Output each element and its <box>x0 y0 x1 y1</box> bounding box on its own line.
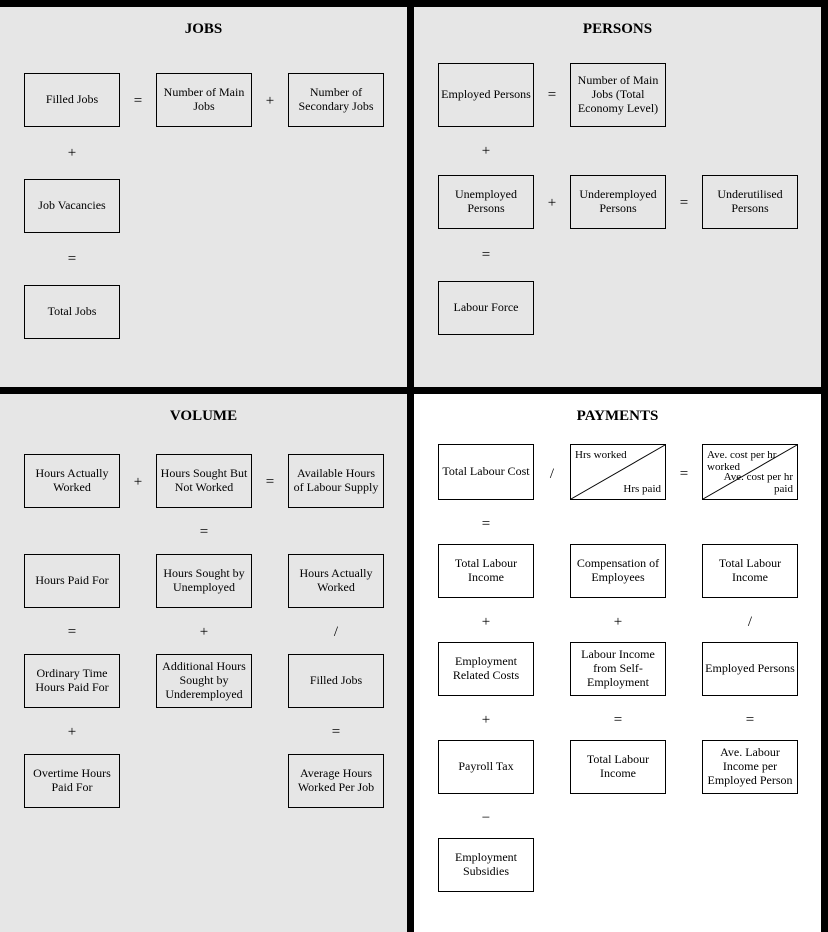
box-unemp: Unemployed Persons <box>438 175 534 229</box>
box-total-jobs: Total Jobs <box>24 285 120 339</box>
box-lise: Labour Income from Self-Employment <box>570 642 666 696</box>
op: + <box>478 614 494 630</box>
acp: Ave. cost per hr paid <box>703 471 793 495</box>
box-coe: Compensation of Employees <box>570 544 666 598</box>
box-tli3: Total Labour Income <box>570 740 666 794</box>
hrs-worked: Hrs worked <box>575 449 627 461</box>
op: / <box>544 466 560 482</box>
op: + <box>64 145 80 161</box>
box-erc: Employment Related Costs <box>438 642 534 696</box>
op: + <box>196 624 212 640</box>
box-emp-persons: Employed Persons <box>438 63 534 127</box>
box-haw2: Hours Actually Worked <box>288 554 384 608</box>
box-ep: Employed Persons <box>702 642 798 696</box>
op: = <box>742 712 758 728</box>
box-pt: Payroll Tax <box>438 740 534 794</box>
box-labour-force: Labour Force <box>438 281 534 335</box>
op: + <box>130 474 146 490</box>
box-filled-jobs: Filled Jobs <box>24 73 120 127</box>
box-n-main: Number of Main Jobs <box>156 73 252 127</box>
op: = <box>130 93 146 109</box>
box-n-sec: Number of Secondary Jobs <box>288 73 384 127</box>
op: / <box>742 614 758 630</box>
op: = <box>478 247 494 263</box>
box-hsu: Hours Sought by Unemployed <box>156 554 252 608</box>
box-avecost-split: Ave. cost per hr worked Ave. cost per hr… <box>702 444 798 500</box>
payments-title: PAYMENTS <box>414 408 821 425</box>
quad-jobs: JOBS Filled Jobs = Number of Main Jobs +… <box>0 7 407 387</box>
jobs-title: JOBS <box>0 21 407 38</box>
box-main-total: Number of Main Jobs (Total Economy Level… <box>570 63 666 127</box>
volume-title: VOLUME <box>0 408 407 425</box>
box-underemp: Underemployed Persons <box>570 175 666 229</box>
op: − <box>478 810 494 826</box>
box-vacancies: Job Vacancies <box>24 179 120 233</box>
quad-persons: PERSONS Employed Persons = Number of Mai… <box>414 7 821 387</box>
op: = <box>478 516 494 532</box>
quad-volume: VOLUME Hours Actually Worked + Hours Sou… <box>0 394 407 932</box>
op: / <box>328 624 344 640</box>
box-tlc: Total Labour Cost <box>438 444 534 500</box>
op: = <box>262 474 278 490</box>
op: + <box>544 195 560 211</box>
box-underutil: Underutilised Persons <box>702 175 798 229</box>
op: + <box>610 614 626 630</box>
op: = <box>676 466 692 482</box>
op: + <box>64 724 80 740</box>
box-tli2: Total Labour Income <box>702 544 798 598</box>
box-es: Employment Subsidies <box>438 838 534 892</box>
op: + <box>262 93 278 109</box>
op: = <box>64 624 80 640</box>
persons-title: PERSONS <box>414 21 821 38</box>
op: = <box>610 712 626 728</box>
box-hsnw: Hours Sought But Not Worked <box>156 454 252 508</box>
box-othpf: Ordinary Time Hours Paid For <box>24 654 120 708</box>
box-ahsu: Additional Hours Sought by Underemployed <box>156 654 252 708</box>
op: = <box>544 87 560 103</box>
op: + <box>478 143 494 159</box>
box-avg: Average Hours Worked Per Job <box>288 754 384 808</box>
op: + <box>478 712 494 728</box>
box-fj: Filled Jobs <box>288 654 384 708</box>
quad-payments: PAYMENTS Total Labour Cost / Hrs worked … <box>414 394 821 932</box>
op: = <box>196 524 212 540</box>
box-avail: Available Hours of Labour Supply <box>288 454 384 508</box>
box-hpf: Hours Paid For <box>24 554 120 608</box>
box-haw: Hours Actually Worked <box>24 454 120 508</box>
op: = <box>676 195 692 211</box>
box-hrs-split: Hrs worked Hrs paid <box>570 444 666 500</box>
box-ohpf: Overtime Hours Paid For <box>24 754 120 808</box>
acw: Ave. cost per hr worked <box>707 449 797 473</box>
op: = <box>64 251 80 267</box>
box-avg-inc: Ave. Labour Income per Employed Person <box>702 740 798 794</box>
op: = <box>328 724 344 740</box>
hrs-paid: Hrs paid <box>623 483 661 495</box>
box-tli: Total Labour Income <box>438 544 534 598</box>
